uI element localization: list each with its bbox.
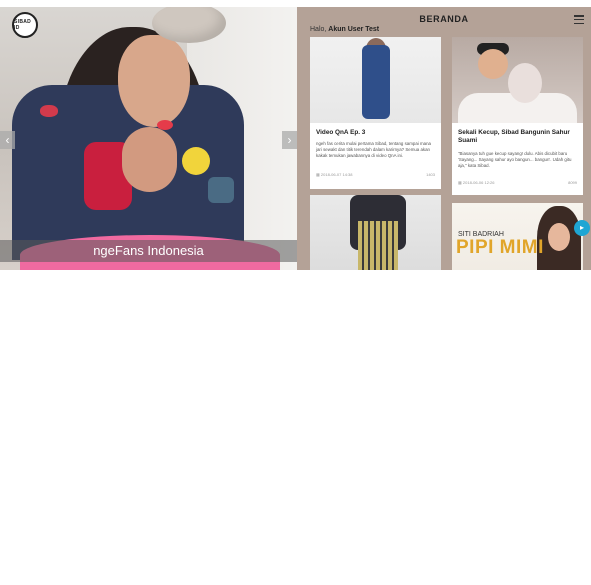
post-thumbnail	[452, 37, 583, 123]
brand-logo[interactable]: SIBAD ID	[12, 12, 38, 38]
user-greeting: Halo, Akun User Test	[310, 26, 379, 33]
post-card[interactable]: Video QnA Ep. 3 ngeh fas cerita mulai pe…	[310, 37, 441, 189]
thumbnail-text-big: PIPI MIMI	[456, 237, 544, 258]
post-title[interactable]: Video QnA Ep. 3	[316, 129, 435, 137]
post-card[interactable]	[310, 195, 441, 270]
post-thumbnail	[310, 195, 441, 270]
hero-photo-face	[118, 35, 190, 127]
post-date-text: 2018-06-07 14:38	[320, 172, 353, 177]
post-excerpt: ngeh fas cerita mulai pertama Sibad, ten…	[316, 141, 431, 158]
hero-photo-patch-smiley	[182, 147, 210, 175]
brand-logo-text: SIBAD ID	[14, 19, 32, 31]
app-frame: SIBAD ID ‹ › ngeFans Indonesia BERANDA H…	[0, 7, 591, 270]
slider-prev-button[interactable]: ‹	[0, 131, 15, 149]
post-title[interactable]: Sekali Kecup, Sibad Bangunin Sahur Suami	[458, 129, 577, 145]
slider-next-button[interactable]: ›	[282, 131, 297, 149]
page-title: BERANDA	[419, 14, 469, 24]
post-date-text: 2018-06-06 12:26	[462, 180, 495, 185]
calendar-icon: ▦	[316, 172, 320, 177]
hero-photo-patch-lips-2	[40, 105, 58, 117]
post-card[interactable]: SITI BADRIAH PIPI MIMI	[452, 203, 583, 270]
post-views: 1403	[426, 172, 435, 177]
post-card[interactable]: Sekali Kecup, Sibad Bangunin Sahur Suami…	[452, 37, 583, 195]
post-thumbnail: SITI BADRIAH PIPI MIMI	[452, 203, 583, 270]
hero-photo-patch-lips	[157, 120, 173, 130]
post-excerpt: "Biasanya tuh gue kecup sayang! dulu. Ab…	[458, 151, 572, 168]
chevron-left-icon: ‹	[5, 133, 10, 147]
post-date: ▦ 2018-06-06 12:26	[458, 180, 495, 185]
hero-photo-patch-square	[208, 177, 234, 203]
post-thumbnail	[310, 37, 441, 123]
user-name: Akun User Test	[328, 26, 380, 33]
floating-action-icon: ▸	[579, 223, 584, 232]
post-date: ▦ 2018-06-07 14:38	[316, 172, 353, 177]
chevron-right-icon: ›	[287, 133, 292, 147]
greeting-prefix: Halo,	[310, 26, 327, 33]
post-views: 8099	[568, 180, 577, 185]
floating-action-button[interactable]: ▸	[574, 220, 590, 236]
hero-caption: ngeFans Indonesia	[93, 243, 204, 258]
hamburger-menu-icon[interactable]	[574, 15, 584, 24]
hero-photo-arm	[122, 127, 177, 192]
calendar-icon: ▦	[458, 180, 462, 185]
hero-slider[interactable]: SIBAD ID ‹ › ngeFans Indonesia	[0, 7, 297, 270]
home-panel: BERANDA Halo, Akun User Test Video QnA E…	[297, 7, 591, 270]
